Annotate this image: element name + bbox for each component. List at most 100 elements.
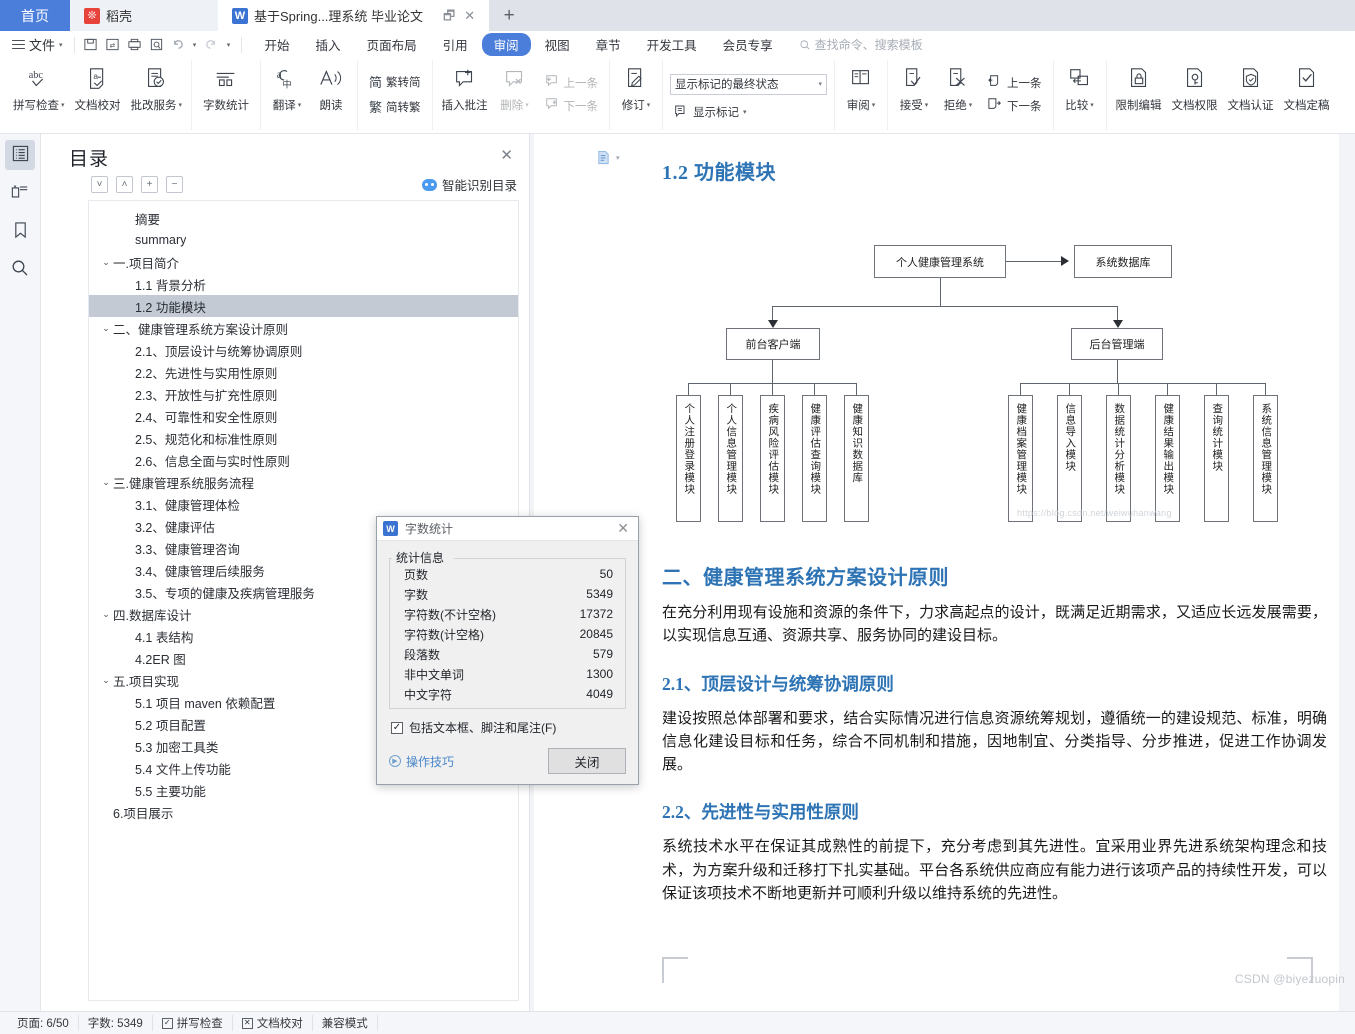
outline-item[interactable]: ⌄三.健康管理系统服务流程 [89,471,518,493]
document-area[interactable]: ▾ 1.2 功能模块 个人健康管理系统 系统数据库 [530,134,1355,1011]
status-page[interactable]: 页面: 6/50 [8,1015,79,1031]
status-compat-mode[interactable]: 兼容模式 [313,1015,378,1031]
next-change-button[interactable]: 下一条 [983,95,1046,116]
accept-button[interactable]: 接受▾ [892,60,936,128]
print-icon[interactable] [124,35,146,55]
ribbon-tab-view[interactable]: 视图 [533,33,582,56]
outline-item[interactable]: 1.2 功能模块 [89,295,518,317]
doc-finalize-button[interactable]: 文档定稿 [1279,60,1335,128]
status-spellcheck[interactable]: ✓ 拼写检查 [153,1015,233,1031]
print-preview-icon[interactable] [146,35,168,55]
include-textbox-checkbox[interactable]: ✓ 包括文本框、脚注和尾注(F) [389,719,626,736]
reject-button[interactable]: 拒绝▾ [936,60,980,128]
status-word-count[interactable]: 字数: 5349 [79,1015,153,1031]
doc-permission-button[interactable]: 文档权限 [1167,60,1223,128]
ribbon-tab-insert[interactable]: 插入 [304,33,353,56]
restore-icon[interactable]: 🗗 [443,9,455,22]
outline-item[interactable]: 摘要 [89,207,518,229]
insert-comment-button[interactable]: 插入批注 [437,60,493,128]
document-icon [596,150,611,165]
new-tab-button[interactable]: + [489,0,529,31]
outline-item[interactable]: 2.4、可靠性和安全性原则 [89,405,518,427]
trad-to-simp-button[interactable]: 简 繁转简 [365,70,425,93]
translate-button[interactable]: a中 翻译▾ [265,60,309,128]
outline-item[interactable]: 2.5、规范化和标准性原则 [89,427,518,449]
ribbon-tab-references[interactable]: 引用 [431,33,480,56]
outline-close-icon[interactable]: ✕ [496,144,517,166]
command-search[interactable]: 查找命令、搜索模板 [799,36,923,53]
outline-item[interactable]: ⌄二、健康管理系统方案设计原则 [89,317,518,339]
word-count-button[interactable]: 字数统计 [196,60,256,128]
next-comment-button[interactable]: 下一条 [540,95,603,116]
chevron-down-icon: ▾ [647,101,651,109]
ribbon-tab-start[interactable]: 开始 [253,33,302,56]
delete-comment-button[interactable]: 删除▾ [493,60,537,128]
undo-dropdown-icon[interactable]: ▾ [190,35,200,55]
collapse-up-icon[interactable]: ˄ [116,176,133,193]
chevron-down-icon[interactable]: ⌄ [99,675,113,686]
outline-item[interactable]: 1.1 背景分析 [89,273,518,295]
chevron-down-icon[interactable]: ⌄ [99,323,113,334]
search-icon [799,39,811,51]
restrict-edit-button[interactable]: 限制编辑 [1111,60,1167,128]
outline-item-label: 5.4 文件上传功能 [135,759,231,778]
read-aloud-button[interactable]: 朗读 [309,60,353,128]
chevron-down-icon[interactable]: ⌄ [99,477,113,488]
save-as-icon[interactable]: ⇄ [102,35,124,55]
undo-icon[interactable] [168,35,190,55]
tips-link[interactable]: ▶ 操作技巧 [389,753,454,770]
rail-outline-button[interactable] [5,140,35,170]
ribbon-tab-developer[interactable]: 开发工具 [635,33,709,56]
outline-item[interactable]: 6.项目展示 [89,801,518,823]
tab-home[interactable]: 首页 [0,0,70,31]
dialog-close-icon[interactable]: ✕ [614,520,632,537]
prev-comment-button[interactable]: 上一条 [540,72,603,93]
outline-item[interactable]: 3.1、健康管理体检 [89,493,518,515]
outline-item[interactable]: ⌄一.项目简介 [89,251,518,273]
redo-icon[interactable] [200,35,222,55]
correction-service-button[interactable]: 批改服务▾ [126,60,188,128]
spellcheck-button[interactable]: abc 拼写检查▾ [8,60,70,128]
word-count-dialog[interactable]: W 字数统计 ✕ 统计信息 页数50字数5349字符数(不计空格)17372字符… [376,516,639,785]
smart-recognize-toc-button[interactable]: 智能识别目录 [422,175,517,194]
track-changes-button[interactable]: 修订▾ [614,60,658,128]
show-markup-button[interactable]: 显示标记 ▾ [670,102,827,123]
dialog-close-button[interactable]: 关闭 [548,748,626,774]
status-proofread[interactable]: ✕ 文档校对 [233,1015,313,1031]
outline-item[interactable]: summary [89,229,518,251]
expand-all-icon[interactable]: + [141,176,158,193]
ribbon-tab-member[interactable]: 会员专享 [711,33,785,56]
ribbon-tab-page-layout[interactable]: 页面布局 [355,33,429,56]
chevron-down-icon[interactable]: ⌄ [99,609,113,620]
close-icon[interactable]: ✕ [464,9,475,22]
proofread-button[interactable]: a 文档校对 [70,60,126,128]
doc-certify-button[interactable]: 文档认证 [1223,60,1279,128]
tab-docer[interactable]: ❊ 稻壳 [70,0,218,31]
rail-bookmark-button[interactable] [5,216,35,246]
smart-recognize-toc-label: 智能识别目录 [442,175,517,194]
chevron-down-icon: ▾ [969,101,973,109]
ribbon-tab-sections[interactable]: 章节 [584,33,633,56]
compare-button[interactable]: 比较▾ [1058,60,1102,128]
tab-document[interactable]: W 基于Spring...理系统 毕业论文 🗗 ✕ [218,0,489,31]
collapse-all-icon[interactable]: − [166,176,183,193]
reviewing-pane-button[interactable]: 审阅▾ [839,60,883,128]
rail-search-button[interactable] [5,254,35,284]
file-menu-button[interactable]: 文件 ▾ [6,34,69,56]
outline-item[interactable]: 2.2、先进性与实用性原则 [89,361,518,383]
chevron-down-icon[interactable]: ⌄ [99,257,113,268]
simp-to-trad-button[interactable]: 繁 简转繁 [365,95,425,118]
outline-item[interactable]: 2.3、开放性与扩充性原则 [89,383,518,405]
chevron-down-icon: ▾ [743,108,747,116]
outline-item[interactable]: 2.6、信息全面与实时性原则 [89,449,518,471]
outline-item[interactable]: 2.1、顶层设计与统筹协调原则 [89,339,518,361]
paste-options-button[interactable]: ▾ [596,150,620,165]
ribbon-tab-review[interactable]: 审阅 [482,33,531,56]
customize-quick-access-icon[interactable]: ▾ [222,35,236,55]
collapse-down-icon[interactable]: ˅ [91,176,108,193]
rail-thumbnail-button[interactable] [5,178,35,208]
prev-change-button[interactable]: 上一条 [983,72,1046,93]
outline-item-label: 2.1、顶层设计与统筹协调原则 [135,341,302,360]
markup-display-combo[interactable]: 显示标记的最终状态 ▾ [670,74,827,95]
save-icon[interactable] [80,35,102,55]
